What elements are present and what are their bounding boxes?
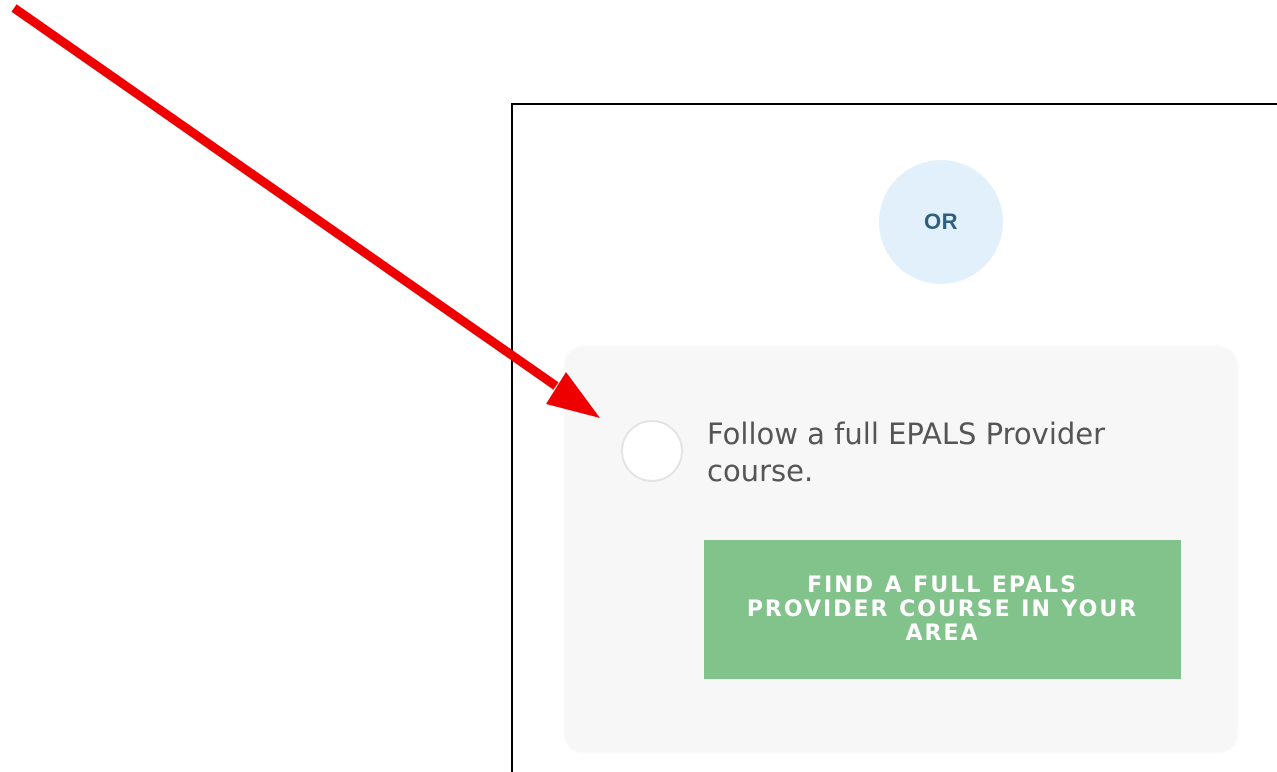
- or-label: OR: [924, 209, 958, 234]
- or-divider-badge: OR: [879, 160, 1003, 284]
- arrow-shaft: [11, 4, 559, 390]
- option-radio-button[interactable]: [621, 420, 683, 482]
- find-course-button[interactable]: FIND A FULL EPALS PROVIDER COURSE IN YOU…: [704, 540, 1181, 679]
- find-course-button-label: FIND A FULL EPALS PROVIDER COURSE IN YOU…: [746, 572, 1139, 646]
- option-label: Follow a full EPALS Provider course.: [707, 417, 1106, 488]
